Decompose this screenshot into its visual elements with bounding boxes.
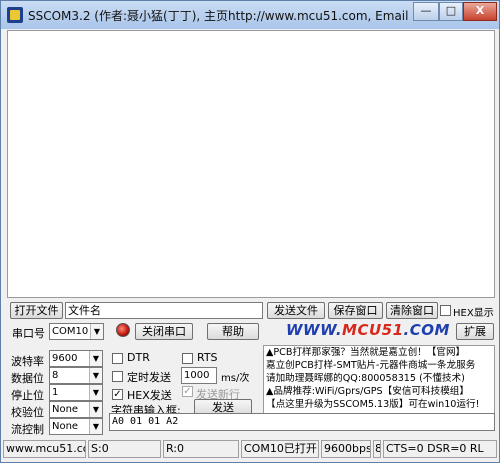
timed-send-checkbox[interactable]	[112, 371, 123, 382]
dtr-checkbox[interactable]	[112, 353, 123, 364]
interval-unit-label: ms/次	[221, 373, 250, 384]
port-select[interactable]: COM10 ▼	[49, 323, 104, 340]
chevron-down-icon: ▼	[89, 351, 102, 366]
stop-bits-select[interactable]: 1 ▼	[49, 384, 103, 401]
dtr-label: DTR	[127, 351, 150, 364]
chevron-down-icon: ▼	[89, 402, 102, 417]
save-window-button[interactable]: 保存窗口	[328, 302, 383, 319]
info-line[interactable]: 请加助理聂晖娜的QQ:800058315 (不懂技术)	[266, 372, 494, 385]
rts-label: RTS	[197, 351, 218, 364]
flow-control-label: 流控制	[11, 423, 44, 436]
flow-control-select[interactable]: None ▼	[49, 418, 103, 435]
flow-control-value: None	[52, 421, 79, 432]
status-baud: 9600bps	[321, 440, 371, 458]
baud-rate-select[interactable]: 9600 ▼	[49, 350, 103, 367]
send-newline-checkbox[interactable]: ✓	[182, 386, 193, 397]
status-bar: www.mcu51.cor S:0 R:0 COM10已打开 9600bps 8…	[1, 438, 499, 462]
open-file-button[interactable]: 打开文件	[10, 302, 63, 319]
app-icon	[7, 7, 23, 23]
stop-bits-value: 1	[52, 387, 59, 398]
help-button[interactable]: 帮助	[207, 323, 259, 340]
status-signals: CTS=0 DSR=0 RL	[383, 440, 497, 458]
data-bits-label: 数据位	[11, 372, 44, 385]
hex-send-checkbox[interactable]: ✓	[112, 389, 123, 400]
minimize-button[interactable]: —	[413, 2, 439, 21]
status-port-state: COM10已打开	[241, 440, 319, 458]
close-port-button[interactable]: 关闭串口	[135, 323, 193, 340]
clear-window-button[interactable]: 清除窗口	[386, 302, 438, 319]
rts-checkbox[interactable]	[182, 353, 193, 364]
data-bits-select[interactable]: 8 ▼	[49, 367, 103, 384]
hex-display-checkbox[interactable]	[440, 305, 451, 316]
sscom-window: SSCOM3.2 (作者:聂小猛(丁丁), 主页http://www.mcu51…	[0, 0, 500, 463]
chevron-down-icon: ▼	[90, 324, 103, 339]
status-website[interactable]: www.mcu51.cor	[3, 440, 86, 458]
port-value: COM10	[52, 326, 89, 337]
baud-rate-label: 波特率	[11, 355, 44, 368]
info-line[interactable]: 【点这里升级为SSCOM5.13版】可在win10运行!	[266, 398, 494, 411]
window-title: SSCOM3.2 (作者:聂小猛(丁丁), 主页http://www.mcu51…	[28, 9, 408, 23]
info-line[interactable]: ▲PCB打样那家强？当然就是嘉立创！【官网】	[266, 346, 494, 359]
hex-display-label: HEX显示	[453, 308, 494, 319]
receive-text-area[interactable]	[7, 30, 495, 298]
send-file-button[interactable]: 发送文件	[267, 302, 325, 319]
mcu51-logo: WWW.MCU51.COM	[286, 321, 450, 339]
chevron-down-icon: ▼	[89, 368, 102, 383]
parity-label: 校验位	[11, 406, 44, 419]
data-bits-value: 8	[52, 370, 59, 381]
info-line[interactable]: ▲品牌推荐:WiFi/Gprs/GPS【安信可科技模组】	[266, 385, 494, 398]
maximize-button[interactable]: □	[439, 2, 463, 21]
port-status-led-icon	[116, 323, 130, 337]
parity-select[interactable]: None ▼	[49, 401, 103, 418]
interval-input[interactable]: 1000	[181, 367, 217, 384]
timed-send-label: 定时发送	[127, 371, 171, 384]
status-sent-count: S:0	[88, 440, 161, 458]
info-line[interactable]: 嘉立创PCB打样-SMT贴片-元器件商城一条龙服务	[266, 359, 494, 372]
expand-button[interactable]: 扩展	[456, 323, 494, 340]
chevron-down-icon: ▼	[89, 419, 102, 434]
filename-field[interactable]: 文件名	[65, 302, 263, 319]
stop-bits-label: 停止位	[11, 389, 44, 402]
close-button[interactable]: X	[463, 2, 497, 21]
status-bits: 8	[373, 440, 381, 458]
hex-send-label: HEX发送	[127, 389, 172, 402]
info-panel[interactable]: ▲PCB打样那家强？当然就是嘉立创！【官网】 嘉立创PCB打样-SMT贴片-元器…	[263, 345, 495, 419]
baud-rate-value: 9600	[52, 353, 78, 364]
chevron-down-icon: ▼	[89, 385, 102, 400]
port-label: 串口号	[12, 327, 45, 340]
parity-value: None	[52, 404, 79, 415]
send-input[interactable]: A0 01 01 A2	[109, 413, 495, 431]
status-received-count: R:0	[163, 440, 239, 458]
title-bar[interactable]: SSCOM3.2 (作者:聂小猛(丁丁), 主页http://www.mcu51…	[1, 1, 499, 29]
